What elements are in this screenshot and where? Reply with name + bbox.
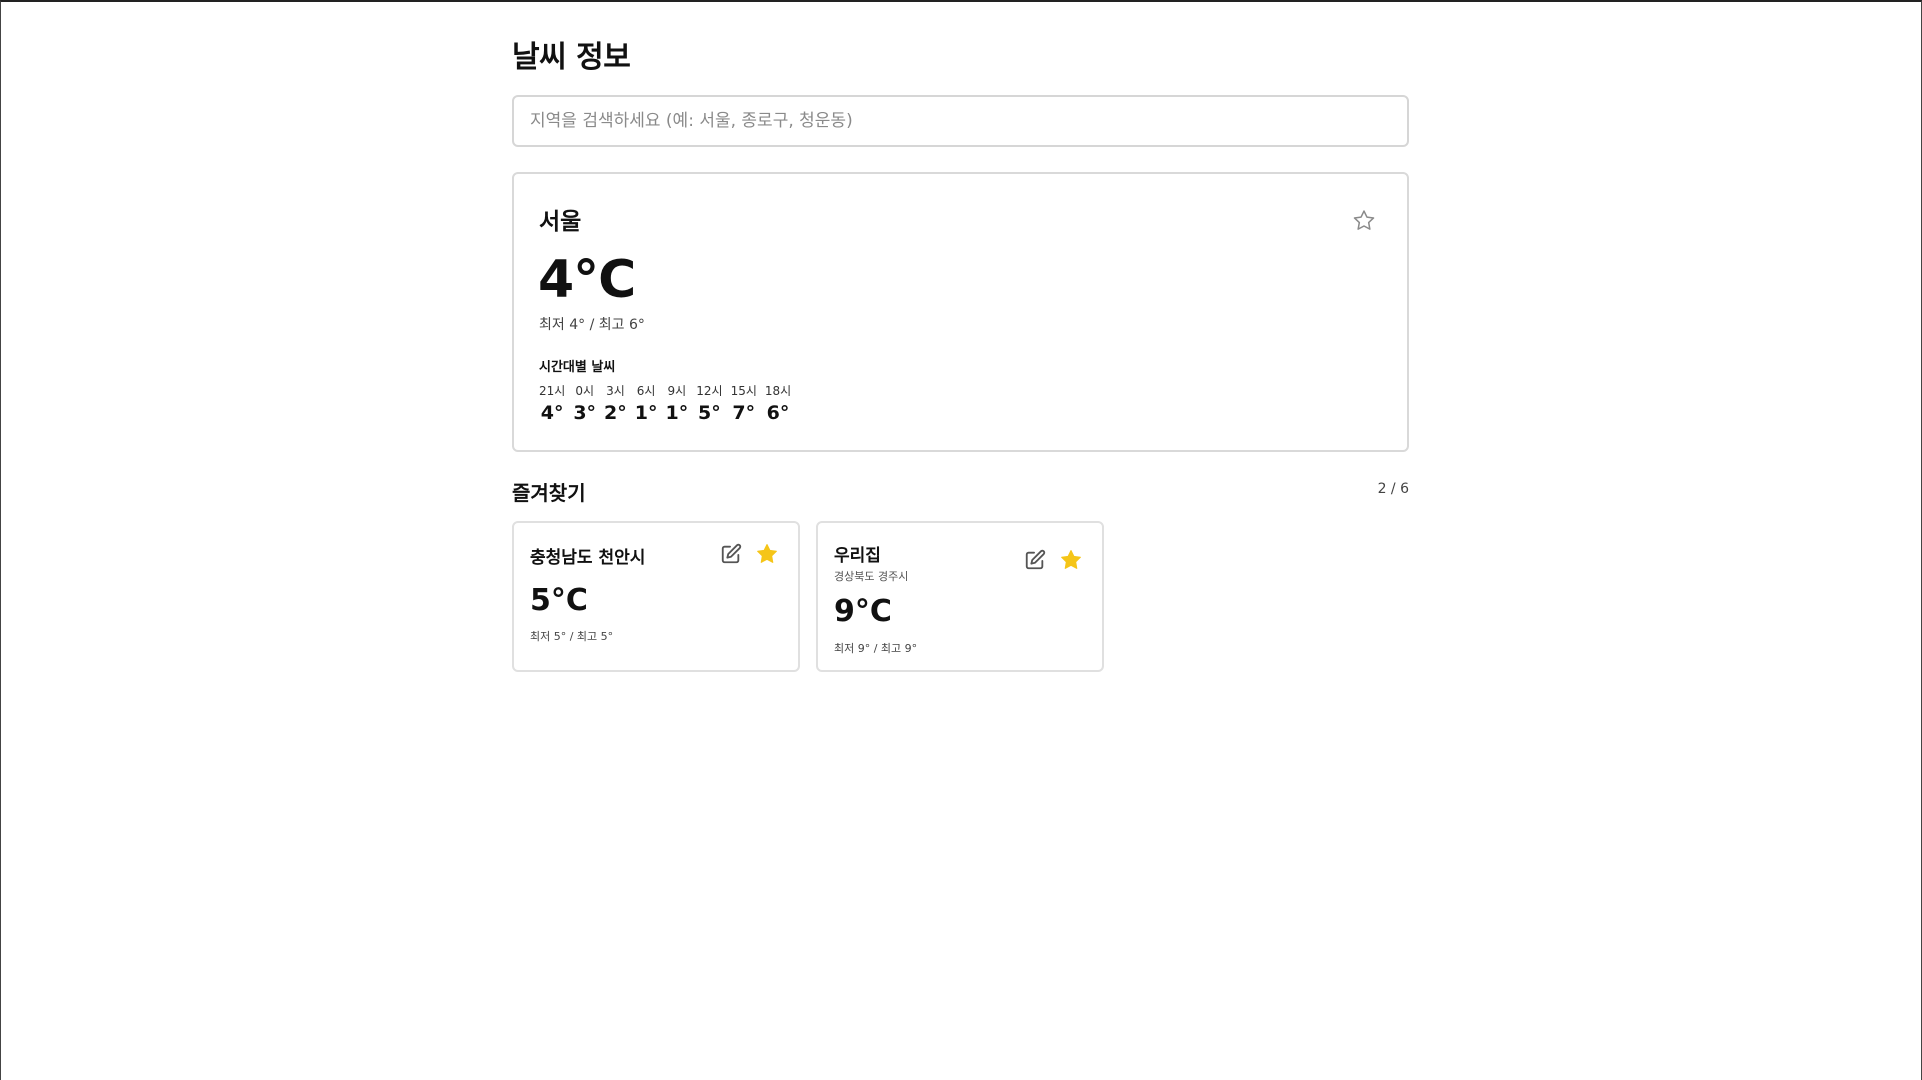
hourly-time: 6시 bbox=[636, 384, 656, 398]
favorite-star-button[interactable] bbox=[755, 542, 779, 566]
favorite-min-max: 최저 9° / 최고 9° bbox=[834, 642, 918, 655]
hourly-item: 3시 2° bbox=[604, 382, 627, 424]
favorite-name: 우리집 bbox=[834, 546, 881, 566]
favorite-min-max: 최저 5° / 최고 5° bbox=[530, 630, 614, 643]
favorite-edit-button[interactable] bbox=[720, 543, 742, 565]
hourly-item: 9시 1° bbox=[666, 382, 689, 424]
edit-icon bbox=[720, 543, 742, 565]
hourly-time: 0시 bbox=[575, 384, 595, 398]
hourly-time: 9시 bbox=[667, 384, 687, 398]
favorite-name: 충청남도 천안시 bbox=[530, 548, 646, 568]
hourly-item: 12시 5° bbox=[696, 382, 722, 424]
favorite-edit-button[interactable] bbox=[1024, 549, 1046, 571]
hourly-time: 3시 bbox=[606, 384, 625, 398]
hourly-time: 12시 bbox=[696, 384, 723, 398]
hourly-temp: 2° bbox=[604, 402, 627, 424]
favorite-card[interactable]: 우리집 경상북도 경주시 9°C 최저 9° / 최고 9° bbox=[816, 521, 1104, 672]
favorites-header: 즐겨찾기 2 / 6 bbox=[512, 477, 1409, 507]
hourly-item: 0시 3° bbox=[573, 382, 596, 424]
hourly-temp: 4° bbox=[540, 402, 564, 424]
star-outline-icon bbox=[1351, 208, 1377, 234]
hourly-temp: 5° bbox=[698, 402, 721, 424]
hourly-time: 21시 bbox=[539, 384, 566, 398]
hourly-temp: 6° bbox=[766, 402, 790, 424]
current-temperature: 4°C bbox=[538, 250, 636, 310]
hourly-time: 15시 bbox=[730, 384, 757, 398]
hourly-temp: 1° bbox=[634, 402, 658, 424]
current-weather-card: 서울 4°C 최저 4° / 최고 6° 시간대별 날씨 21시 4° 0시 3… bbox=[512, 172, 1409, 452]
current-min-max: 최저 4° / 최고 6° bbox=[539, 317, 645, 333]
hourly-title: 시간대별 날씨 bbox=[539, 360, 616, 375]
hourly-item: 15시 7° bbox=[731, 382, 757, 424]
hourly-item: 6시 1° bbox=[635, 382, 658, 424]
hourly-item: 18시 6° bbox=[765, 382, 791, 424]
page-title: 날씨 정보 bbox=[512, 40, 631, 75]
favorites-list: 충청남도 천안시 5°C 최저 5° / 최고 5° 우리집 경상북도 경주시 … bbox=[512, 521, 1120, 672]
hourly-forecast-list: 21시 4° 0시 3° 3시 2° 6시 1° 9시 1° 12시 5° 15… bbox=[539, 382, 799, 424]
favorite-temperature: 5°C bbox=[530, 583, 588, 618]
star-filled-icon bbox=[1059, 548, 1083, 572]
hourly-temp: 1° bbox=[665, 402, 689, 424]
edit-icon bbox=[1024, 549, 1046, 571]
favorites-title: 즐겨찾기 bbox=[512, 481, 586, 505]
hourly-item: 21시 4° bbox=[539, 382, 565, 424]
hourly-temp: 3° bbox=[573, 402, 597, 424]
favorite-toggle-button[interactable] bbox=[1351, 208, 1377, 234]
star-filled-icon bbox=[755, 542, 779, 566]
favorite-temperature: 9°C bbox=[834, 594, 892, 629]
favorites-count: 2 / 6 bbox=[1377, 481, 1409, 497]
current-city-name: 서울 bbox=[539, 209, 582, 235]
favorite-star-button[interactable] bbox=[1059, 548, 1083, 572]
favorite-card[interactable]: 충청남도 천안시 5°C 최저 5° / 최고 5° bbox=[512, 521, 800, 672]
hourly-time: 18시 bbox=[764, 384, 792, 398]
favorite-subtitle: 경상북도 경주시 bbox=[834, 570, 909, 583]
hourly-temp: 7° bbox=[732, 402, 756, 424]
search-input[interactable] bbox=[512, 95, 1409, 147]
